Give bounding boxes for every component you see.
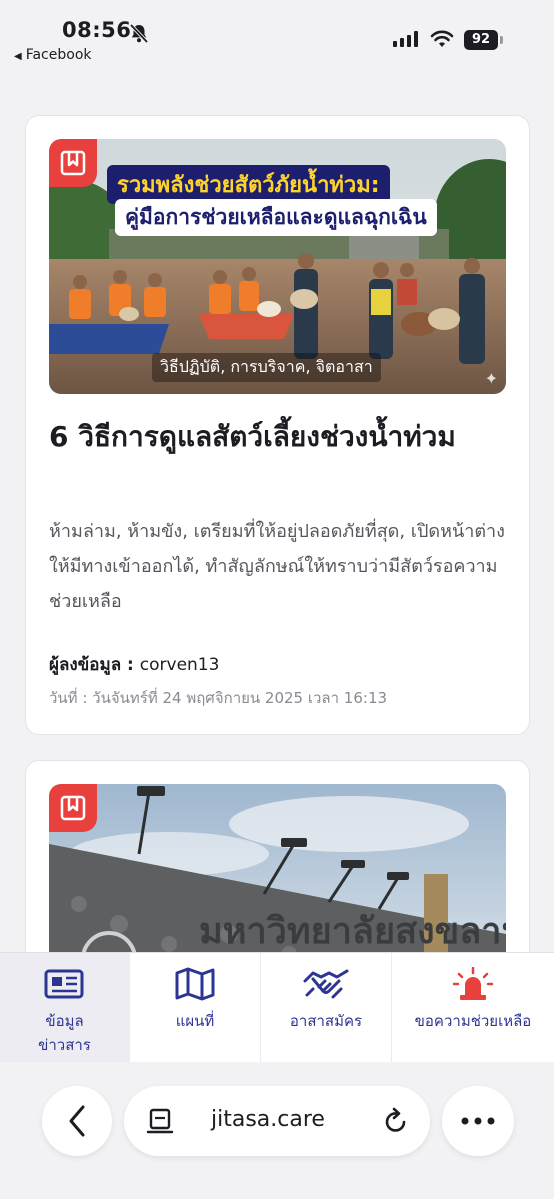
back-to-app-link[interactable]: ◀ Facebook (14, 47, 92, 63)
image-banner-subtitle: คู่มือการช่วยเหลือและดูแลฉุกเฉิน (115, 199, 437, 236)
battery-nub (500, 36, 503, 44)
article-date: วันที่ : วันจันทร์ที่ 24 พฤศจิกายน 2025 … (49, 689, 388, 707)
sparkle-icon: ✦ (484, 369, 498, 388)
status-bar: 08:56 ◀ Facebook 92 (0, 0, 554, 70)
address-bar[interactable]: jitasa.care (124, 1086, 430, 1156)
bookmark-icon (60, 150, 86, 176)
article-summary: ห้ามล่าม, ห้ามขัง, เตรียมที่ให้อยู่ปลอดภ… (49, 521, 505, 612)
tab-request-help[interactable]: ขอความช่วยเหลือ (392, 953, 554, 1063)
article-image[interactable]: รวมพลังช่วยสัตว์ภัยน้ำท่วม: คู่มือการช่ว… (49, 139, 506, 394)
browser-back-button[interactable] (42, 1086, 112, 1156)
article-author: ผู้ลงข้อมูล : corven13 (49, 651, 219, 678)
tab-request-help-label: ขอความช่วยเหลือ (414, 1012, 532, 1030)
author-label: ผู้ลงข้อมูล : (49, 655, 140, 675)
reader-mode-icon[interactable] (146, 1108, 174, 1136)
tab-volunteer[interactable]: อาสาสมัคร (261, 953, 392, 1063)
tab-map[interactable]: แผนที่ (130, 953, 261, 1063)
battery-indicator: 92 (464, 30, 504, 50)
clock: 08:56 (62, 18, 132, 42)
tab-map-label: แผนที่ (175, 1012, 215, 1030)
back-triangle-icon: ◀ (14, 51, 22, 62)
url-text[interactable]: jitasa.care (211, 1107, 325, 1132)
article-card[interactable]: รวมพลังช่วยสัตว์ภัยน้ำท่วม: คู่มือการช่ว… (25, 115, 530, 735)
image-sign-text: มหาวิทยาลัยสงขลานครินทร์ (199, 911, 506, 952)
bookmark-icon (60, 795, 86, 821)
bookmark-badge[interactable] (49, 784, 97, 832)
image-caption: วิธีปฏิบัติ, การบริจาค, จิตอาสา (152, 353, 381, 382)
more-options-button[interactable] (442, 1086, 514, 1156)
author-name: corven13 (139, 655, 220, 675)
map-icon (175, 967, 215, 1001)
chevron-left-icon (69, 1105, 85, 1137)
bookmark-badge[interactable] (49, 139, 97, 187)
tab-volunteer-label: อาสาสมัคร (289, 1012, 363, 1030)
handshake-icon (303, 969, 349, 999)
article-title[interactable]: 6 วิธีการดูแลสัตว์เลี้ยงช่วงน้ำท่วม (49, 416, 509, 458)
wifi-icon (430, 30, 454, 47)
siren-icon (453, 967, 493, 1000)
bottom-tab-bar: ข้อมูล ข่าวสาร แผนที่ อาสาสมัคร ขอความช่… (0, 952, 554, 1063)
reload-icon[interactable] (382, 1107, 410, 1135)
browser-toolbar: jitasa.care (0, 1062, 554, 1199)
cellular-signal-icon (393, 31, 418, 47)
back-app-label: Facebook (25, 47, 92, 63)
newspaper-icon (44, 969, 83, 999)
tab-news[interactable]: ข้อมูล ข่าวสาร (0, 953, 130, 1063)
tab-news-label: ข้อมูล ข่าวสาร (38, 1012, 91, 1054)
bell-muted-icon (129, 23, 149, 44)
ellipsis-icon (461, 1117, 495, 1125)
battery-level: 92 (464, 30, 498, 50)
